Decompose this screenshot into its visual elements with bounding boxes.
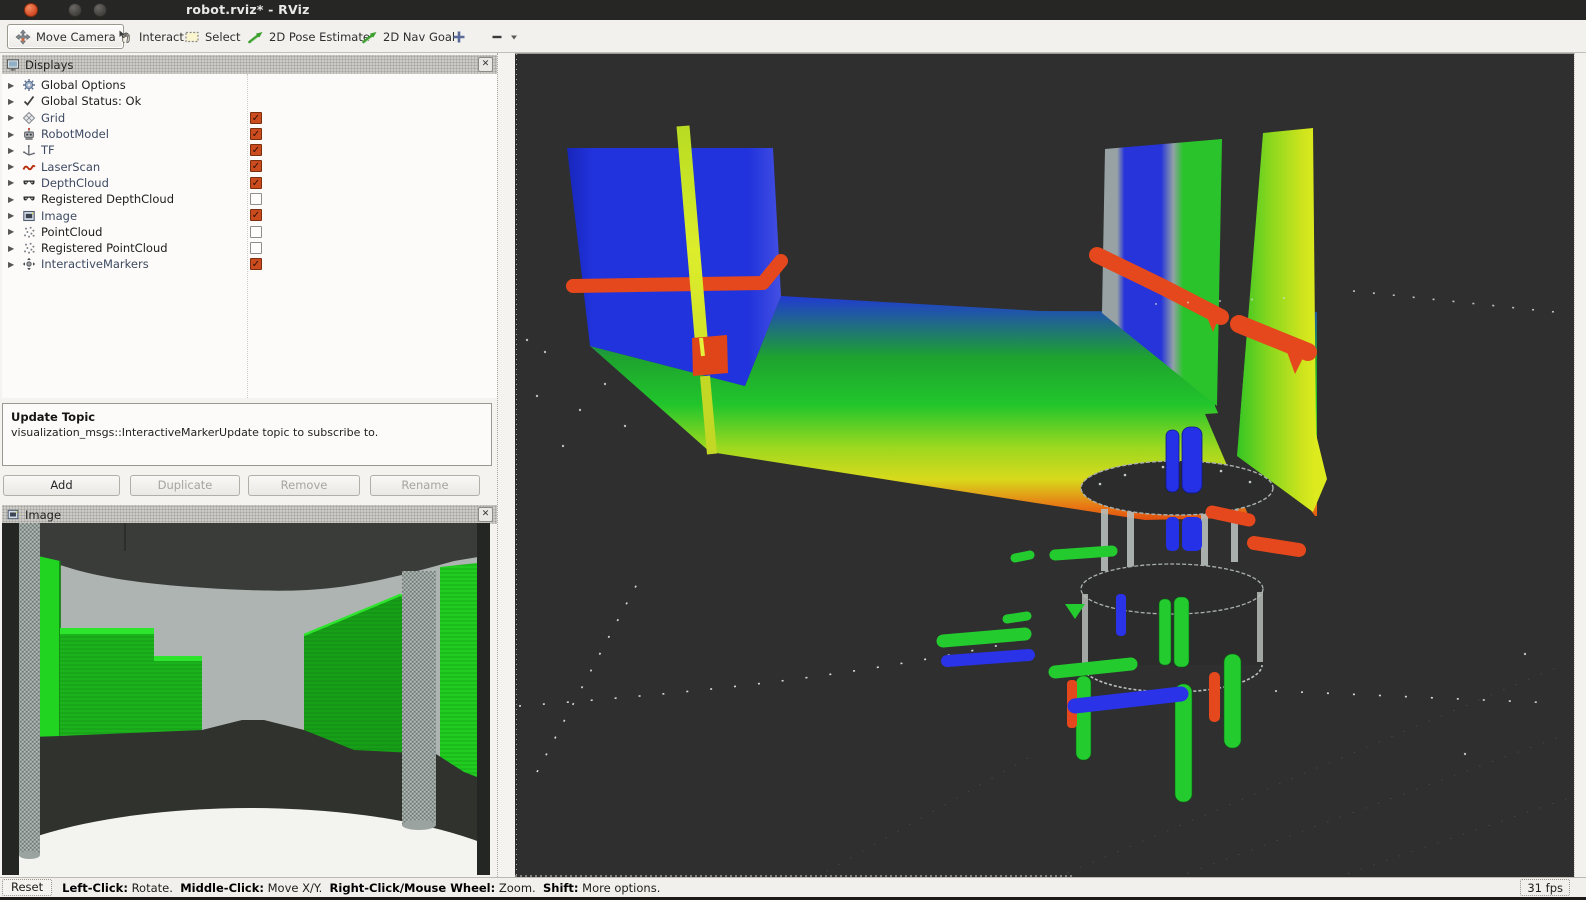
select-box-icon [184,29,200,45]
status-check-icon [22,94,36,108]
expander-icon[interactable]: ▶ [8,195,22,204]
image-close-icon[interactable]: ✕ [478,507,493,522]
robot-blue-cylinder [1182,427,1202,493]
window-maximize-button[interactable] [93,3,107,17]
camera-pillar-left [19,523,40,855]
laser-scan-icon [22,160,36,174]
expander-icon[interactable]: ▶ [8,244,22,253]
display-item-robotmodel[interactable]: ▶ RobotModel [2,126,497,142]
add-tool-button[interactable] [443,24,475,49]
minus-icon [489,29,505,45]
rviz-window: robot.rviz* - RViz Move Camera Interact … [0,0,1586,900]
interact-hand-icon [118,29,134,45]
rename-button[interactable]: Rename [370,475,480,496]
display-item-global-status[interactable]: ▶ Global Status: Ok [2,93,497,109]
displays-panel-title: Displays [25,58,478,72]
window-close-button[interactable] [24,3,38,17]
tool-select[interactable]: Select [176,24,248,49]
fps-counter: 31 fps [1520,879,1570,896]
interactive-markers-icon [22,257,36,271]
nav-arrow-icon [362,29,378,45]
display-item-pointcloud[interactable]: ▶ PointCloud [2,224,497,240]
image-icon [22,209,36,223]
gear-icon [22,78,36,92]
left-panel-column: Displays ✕ ▶ Global Options ▶ Global Sta… [0,53,515,877]
add-button[interactable]: Add [3,475,120,496]
property-help-box: Update Topic visualization_msgs::Interac… [2,403,492,466]
displays-panel-icon [6,58,20,71]
displays-tree: ▶ Global Options ▶ Global Status: Ok ▶ G… [2,74,497,398]
display-item-laserscan[interactable]: ▶ LaserScan [2,158,497,174]
window-minimize-button[interactable] [68,3,82,17]
display-item-registered-depthcloud[interactable]: ▶ Registered DepthCloud [2,191,497,207]
display-checkbox-robotmodel[interactable] [250,128,262,140]
expander-icon[interactable]: ▶ [8,162,22,171]
plus-icon [451,29,467,45]
expander-icon[interactable]: ▶ [8,178,22,187]
expander-icon[interactable]: ▶ [8,146,22,155]
display-item-registered-pointcloud[interactable]: ▶ Registered PointCloud [2,240,497,256]
image-panel-icon [6,508,20,521]
expander-icon[interactable]: ▶ [8,113,22,122]
point-cloud-icon [22,241,36,255]
display-item-image[interactable]: ▶ Image [2,207,497,223]
expander-icon[interactable]: ▶ [8,227,22,236]
help-title: Update Topic [11,410,483,424]
window-title: robot.rviz* - RViz [186,2,310,17]
toolbar: Move Camera Interact Select 2D Pose Esti… [0,20,1586,53]
tool-move-camera[interactable]: Move Camera [7,24,124,49]
display-item-depthcloud[interactable]: ▶ DepthCloud [2,175,497,191]
duplicate-button[interactable]: Duplicate [130,475,240,496]
help-description: visualization_msgs::InteractiveMarkerUpd… [11,426,483,439]
camera-image-view [2,523,490,875]
display-checkbox-laserscan[interactable] [250,160,262,172]
depth-cloud-icon [22,176,36,190]
display-checkbox-depthcloud[interactable] [250,177,262,189]
reset-button[interactable]: Reset [2,879,52,896]
mouse-hints: Left-Click: Rotate. Middle-Click: Move X… [62,881,660,895]
display-checkbox-pointcloud[interactable] [250,226,262,238]
display-item-tf[interactable]: ▶ TF [2,142,497,158]
remove-tool-button[interactable] [481,24,526,49]
display-checkbox-registered-depthcloud[interactable] [250,193,262,205]
display-checkbox-tf[interactable] [250,144,262,156]
display-checkbox-registered-pointcloud[interactable] [250,242,262,254]
3d-viewport[interactable] [515,53,1574,877]
depth-cloud-icon [22,192,36,206]
chevron-down-icon [510,33,518,41]
display-item-global-options[interactable]: ▶ Global Options [2,77,497,93]
display-item-interactivemarkers[interactable]: ▶ InteractiveMarkers [2,256,497,272]
interactive-marker-cube [692,335,728,376]
remove-button[interactable]: Remove [248,475,360,496]
tf-axes-icon [22,143,36,157]
display-checkbox-grid[interactable] [250,112,262,124]
move-camera-icon [15,29,31,45]
image-panel-header[interactable]: Image ✕ [2,505,497,524]
robot-model-icon [22,127,36,141]
image-panel-title: Image [25,508,478,522]
robot-blue-cylinder [1166,430,1179,492]
camera-pillar-right [402,571,436,825]
expander-icon[interactable]: ▶ [8,260,22,269]
status-bar: Reset Left-Click: Rotate. Middle-Click: … [0,877,1586,897]
displays-close-icon[interactable]: ✕ [478,57,493,72]
display-checkbox-interactivemarkers[interactable] [250,258,262,270]
right-panel-edge [1574,53,1586,877]
point-cloud-icon [22,225,36,239]
titlebar: robot.rviz* - RViz [0,0,1586,20]
robot-mid-plate [1081,564,1263,614]
display-checkbox-image[interactable] [250,209,262,221]
displays-panel-header[interactable]: Displays ✕ [2,55,497,74]
grid-icon [22,111,36,125]
expander-icon[interactable]: ▶ [8,130,22,139]
display-item-grid[interactable]: ▶ Grid [2,110,497,126]
expander-icon[interactable]: ▶ [8,81,22,90]
expander-icon[interactable]: ▶ [8,97,22,106]
pose-arrow-icon [248,29,264,45]
expander-icon[interactable]: ▶ [8,211,22,220]
panel-splitter[interactable] [497,53,515,877]
